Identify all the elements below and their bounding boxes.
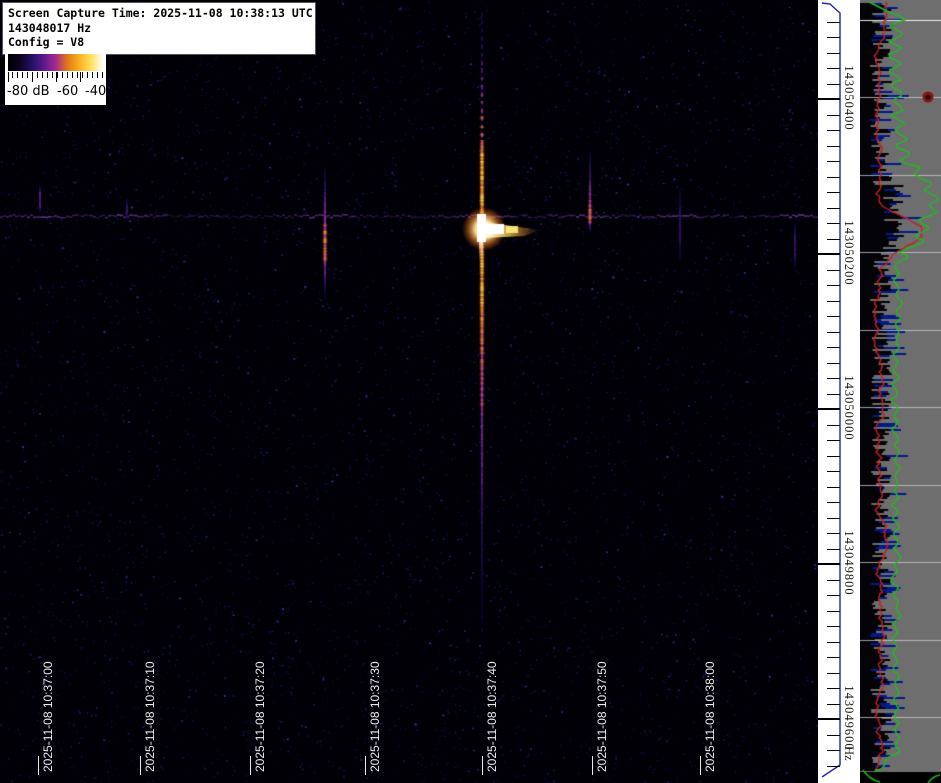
- time-label: 2025-11-08 10:37:10: [143, 661, 157, 772]
- freq-minor-tick: [827, 84, 840, 85]
- freq-label: 143049800: [842, 530, 856, 596]
- freq-minor-tick: [827, 22, 840, 23]
- freq-minor-tick: [827, 642, 840, 643]
- freq-minor-tick: [827, 456, 840, 457]
- freq-minor-tick: [827, 673, 840, 674]
- db-label-80: -80 dB: [7, 84, 50, 99]
- freq-minor-tick: [827, 177, 840, 178]
- spectrum-lab-window: 2025-11-08 10:37:00 2025-11-08 10:37:10 20…: [0, 0, 941, 783]
- freq-minor-tick: [827, 425, 840, 426]
- freq-major-tick: [818, 253, 840, 255]
- amplitude-color-scale: -80 dB -60 -40: [5, 52, 106, 105]
- freq-minor-tick: [827, 115, 840, 116]
- time-label: 2025-11-08 10:38:00: [703, 661, 717, 772]
- freq-minor-tick: [827, 735, 840, 736]
- capture-info-box: Screen Capture Time: 2025-11-08 10:38:13…: [2, 2, 316, 55]
- frequency-unit-label: Hz: [842, 746, 856, 761]
- frequency-scale[interactable]: 143050400 143050200 143050000 143049800 1430…: [818, 0, 860, 783]
- freq-minor-tick: [827, 208, 840, 209]
- freq-minor-tick: [827, 161, 840, 162]
- db-label-60: -60: [57, 84, 79, 99]
- freq-minor-tick: [827, 316, 840, 317]
- freq-minor-tick: [827, 626, 840, 627]
- freq-minor-tick: [827, 363, 840, 364]
- live-spectrum-graph[interactable]: [860, 0, 941, 783]
- freq-minor-tick: [827, 471, 840, 472]
- time-tick: [482, 756, 483, 775]
- freq-minor-tick: [827, 301, 840, 302]
- freq-minor-tick: [827, 53, 840, 54]
- freq-label: 143050000: [842, 375, 856, 441]
- center-frequency-text: 143048017 Hz: [8, 20, 92, 35]
- freq-label: 143050200: [842, 220, 856, 286]
- freq-minor-tick: [827, 347, 840, 348]
- time-tick: [700, 756, 701, 775]
- freq-minor-tick: [827, 37, 840, 38]
- freq-label: 143050400: [842, 65, 856, 131]
- freq-major-tick: [818, 98, 840, 100]
- config-text: Config = V8: [8, 35, 85, 49]
- freq-minor-tick: [827, 130, 840, 131]
- freq-minor-tick: [827, 611, 840, 612]
- freq-minor-tick: [827, 704, 840, 705]
- freq-minor-tick: [827, 502, 840, 503]
- time-label: 2025-11-08 10:37:30: [368, 661, 382, 772]
- freq-minor-tick: [827, 657, 840, 658]
- freq-major-tick: [818, 718, 840, 720]
- time-tick: [365, 756, 366, 775]
- capture-time-text: Screen Capture Time: 2025-11-08 10:38:13…: [8, 6, 313, 20]
- freq-minor-tick: [827, 595, 840, 596]
- freq-minor-tick: [827, 332, 840, 333]
- freq-minor-tick: [827, 487, 840, 488]
- freq-label: 143049600: [842, 685, 856, 751]
- freq-major-tick: [818, 408, 840, 410]
- freq-minor-tick: [827, 533, 840, 534]
- freq-minor-tick: [827, 378, 840, 379]
- db-label-40: -40: [85, 84, 107, 99]
- freq-minor-tick: [827, 146, 840, 147]
- freq-minor-tick: [827, 223, 840, 224]
- freq-minor-tick: [827, 192, 840, 193]
- freq-minor-tick: [827, 750, 840, 751]
- freq-major-tick: [818, 563, 840, 565]
- color-scale-ruler: [8, 72, 103, 83]
- time-tick: [38, 756, 39, 775]
- time-tick: [250, 756, 251, 775]
- freq-minor-tick: [827, 766, 840, 767]
- waterfall-spectrogram-display[interactable]: [0, 0, 818, 783]
- time-label: 2025-11-08 10:37:20: [253, 661, 267, 772]
- freq-minor-tick: [827, 394, 840, 395]
- freq-minor-tick: [827, 440, 840, 441]
- freq-minor-tick: [827, 688, 840, 689]
- freq-minor-tick: [827, 270, 840, 271]
- time-tick: [140, 756, 141, 775]
- color-scale-labels: -80 dB -60 -40: [5, 84, 106, 102]
- freq-minor-tick: [827, 68, 840, 69]
- time-tick: [592, 756, 593, 775]
- color-gradient-bar: [8, 54, 103, 71]
- time-label: 2025-11-08 10:37:00: [41, 661, 55, 772]
- freq-minor-tick: [827, 549, 840, 550]
- time-label: 2025-11-08 10:37:50: [595, 661, 609, 772]
- freq-minor-tick: [827, 285, 840, 286]
- freq-minor-tick: [827, 239, 840, 240]
- freq-minor-tick: [827, 518, 840, 519]
- freq-minor-tick: [827, 580, 840, 581]
- time-label: 2025-11-08 10:37:40: [485, 661, 499, 772]
